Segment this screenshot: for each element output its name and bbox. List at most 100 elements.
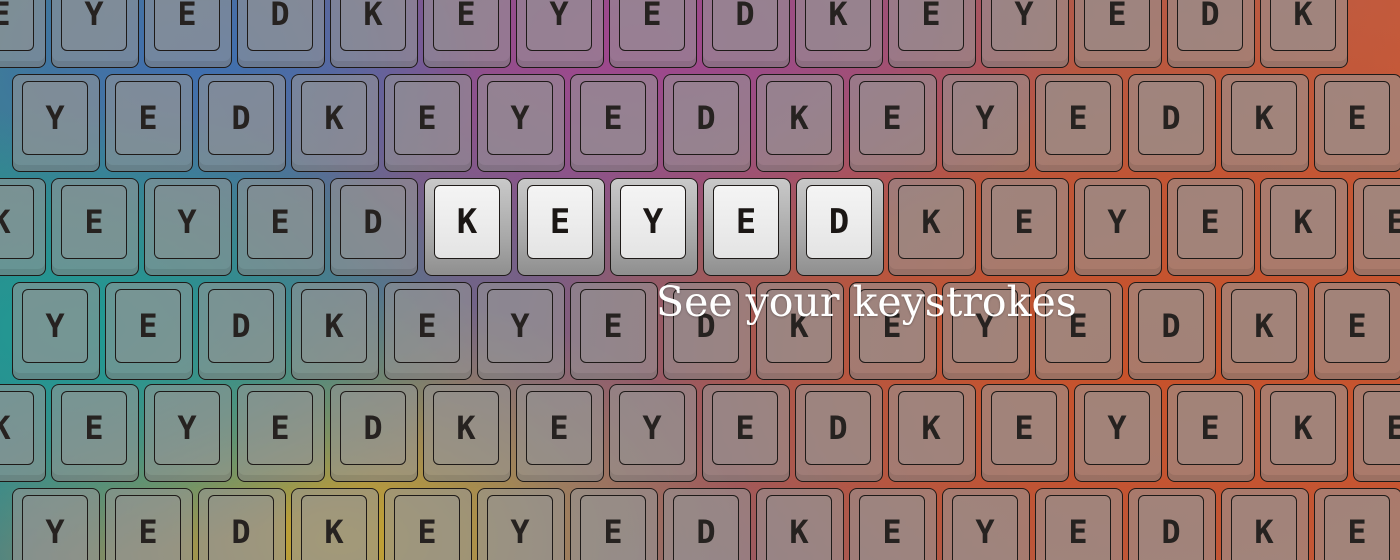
background-key: Y — [12, 488, 100, 560]
background-key-letter: E — [154, 0, 220, 51]
background-key: E — [1314, 74, 1400, 172]
background-key: E — [981, 384, 1069, 482]
background-key-letter: K — [766, 81, 832, 155]
background-key: E — [1074, 0, 1162, 68]
background-key: Y — [477, 74, 565, 172]
background-key-letter: Y — [22, 81, 88, 155]
background-key-letter: E — [1177, 391, 1243, 465]
background-key: E — [570, 488, 658, 560]
background-key-letter: D — [340, 391, 406, 465]
hero-key-letter: E — [713, 185, 779, 259]
background-key: D — [663, 74, 751, 172]
background-key-letter: K — [766, 495, 832, 560]
keyed-banner: EYEDKEYEDKEYEDKYEDKEYEDKEYEDKEKEYEDKEYEK… — [0, 0, 1400, 560]
background-key: E — [384, 74, 472, 172]
background-key-letter: E — [526, 391, 592, 465]
background-key-letter: K — [301, 289, 367, 363]
background-key: Y — [477, 282, 565, 380]
hero-key-5: D — [796, 178, 884, 276]
background-key: E — [384, 488, 472, 560]
background-key: D — [330, 178, 418, 276]
background-key-letter: E — [394, 495, 460, 560]
background-key: Y — [981, 0, 1069, 68]
background-key-letter: K — [0, 391, 34, 465]
background-key: E — [1167, 384, 1255, 482]
background-key-letter: D — [1138, 81, 1204, 155]
background-key: E — [1314, 282, 1400, 380]
background-key: E — [384, 282, 472, 380]
background-key: K — [291, 282, 379, 380]
background-key: E — [702, 384, 790, 482]
background-key: K — [756, 488, 844, 560]
background-key-letter: Y — [1084, 185, 1150, 259]
background-key-letter: Y — [487, 81, 553, 155]
background-key: D — [198, 282, 286, 380]
background-key: E — [1353, 384, 1400, 482]
background-key: D — [1128, 488, 1216, 560]
background-key-letter: Y — [487, 495, 553, 560]
background-key-letter: Y — [22, 289, 88, 363]
background-key-letter: E — [433, 0, 499, 51]
background-key-letter: Y — [1084, 391, 1150, 465]
background-key-letter: Y — [619, 391, 685, 465]
background-key: E — [1314, 488, 1400, 560]
background-key: Y — [1074, 384, 1162, 482]
background-key-letter: D — [247, 0, 313, 51]
background-key-letter: Y — [487, 289, 553, 363]
background-key: D — [702, 0, 790, 68]
hero-key-2: E — [517, 178, 605, 276]
background-key: K — [423, 384, 511, 482]
background-key: K — [1221, 488, 1309, 560]
background-key: E — [105, 282, 193, 380]
background-key-letter: E — [1177, 185, 1243, 259]
hero-key-letter: K — [434, 185, 500, 259]
background-key-letter: Y — [991, 0, 1057, 51]
hero-key-letter: D — [806, 185, 872, 259]
background-key: K — [1221, 282, 1309, 380]
background-key: Y — [942, 74, 1030, 172]
background-key-letter: E — [991, 185, 1057, 259]
background-key: Y — [1074, 178, 1162, 276]
background-key: E — [237, 384, 325, 482]
background-key-letter: D — [712, 0, 778, 51]
background-key-letter: E — [1363, 185, 1400, 259]
background-key: E — [1035, 74, 1123, 172]
hero-key-4: E — [703, 178, 791, 276]
background-key: K — [330, 0, 418, 68]
background-key-letter: D — [208, 289, 274, 363]
background-key-letter: E — [1324, 495, 1390, 560]
background-key-letter: K — [1270, 0, 1336, 51]
background-key-letter: E — [394, 289, 460, 363]
background-key-letter: E — [61, 391, 127, 465]
background-key: K — [0, 384, 46, 482]
background-key-letter: K — [898, 185, 964, 259]
background-key: K — [1260, 384, 1348, 482]
background-key-letter: D — [1138, 495, 1204, 560]
background-key-letter: Y — [154, 185, 220, 259]
background-key-letter: E — [898, 0, 964, 51]
hero-key-3: Y — [610, 178, 698, 276]
background-key-letter: E — [619, 0, 685, 51]
background-key: E — [888, 0, 976, 68]
background-key-letter: E — [115, 81, 181, 155]
background-key-letter: Y — [154, 391, 220, 465]
background-key: Y — [12, 74, 100, 172]
background-key: Y — [144, 178, 232, 276]
background-key-letter: Y — [952, 495, 1018, 560]
background-key: D — [1167, 0, 1255, 68]
background-key: K — [888, 178, 976, 276]
background-key-letter: E — [0, 0, 34, 51]
background-key-letter: Y — [526, 0, 592, 51]
background-key-letter: E — [712, 391, 778, 465]
hero-key-letter: E — [527, 185, 593, 259]
background-key: E — [570, 282, 658, 380]
background-key: Y — [144, 384, 232, 482]
background-key-letter: K — [805, 0, 871, 51]
background-key-letter: E — [859, 81, 925, 155]
background-key: E — [849, 74, 937, 172]
background-key-letter: Y — [952, 81, 1018, 155]
background-key: D — [198, 488, 286, 560]
background-key: E — [144, 0, 232, 68]
background-key-letter: K — [301, 81, 367, 155]
background-key: Y — [609, 384, 697, 482]
